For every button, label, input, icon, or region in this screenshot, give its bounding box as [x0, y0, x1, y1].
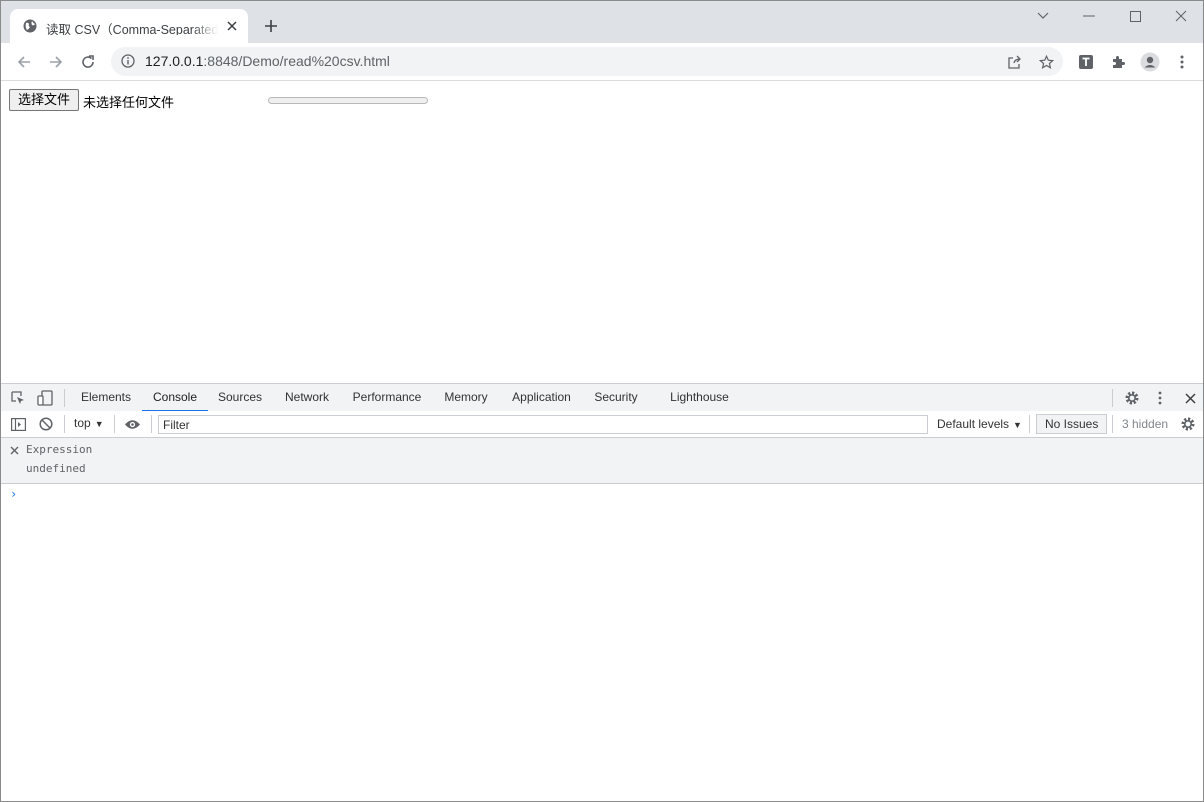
info-icon[interactable] [121, 54, 135, 68]
progress-bar [268, 97, 428, 104]
url-host: 127.0.0.1 [145, 53, 204, 69]
url-path: :8848/Demo/read%20csv.html [203, 53, 390, 69]
sidebar-toggle-icon[interactable] [9, 415, 27, 433]
tab-memory[interactable]: Memory [432, 384, 500, 411]
toolbar-divider [64, 389, 65, 407]
browser-toolbar: 127.0.0.1:8848/Demo/read%20csv.html [1, 43, 1203, 81]
console-toolbar: top▼ Default levels▼ No Issues 3 hidden [1, 411, 1203, 438]
clear-console-icon[interactable] [37, 415, 55, 433]
close-window-icon[interactable] [1169, 5, 1193, 27]
minimize-icon[interactable] [1077, 5, 1101, 27]
expression-value: undefined [26, 462, 86, 475]
toolbar-divider [1112, 415, 1113, 433]
share-icon[interactable] [1003, 51, 1025, 73]
eye-icon[interactable] [123, 415, 141, 433]
toolbar-divider [1112, 389, 1113, 407]
more-options-icon[interactable] [1151, 389, 1169, 407]
log-levels-dropdown[interactable]: Default levels ▼ [937, 417, 1022, 431]
gear-icon[interactable] [1123, 389, 1141, 407]
choose-file-button[interactable]: 选择文件 [9, 89, 79, 111]
toolbar-divider [1029, 415, 1030, 433]
close-icon[interactable] [224, 18, 240, 34]
caret-down-icon: ▼ [1013, 420, 1022, 430]
tab-sources[interactable]: Sources [209, 384, 271, 411]
profile-icon[interactable] [1138, 50, 1162, 74]
issues-button[interactable]: No Issues [1036, 414, 1108, 434]
hidden-count: 3 hidden [1122, 417, 1169, 431]
filter-input[interactable] [159, 416, 927, 434]
tab-console[interactable]: Console [142, 384, 208, 412]
url-text[interactable]: 127.0.0.1:8848/Demo/read%20csv.html [145, 53, 390, 69]
star-icon[interactable] [1035, 51, 1057, 73]
remove-expression-icon[interactable] [8, 444, 20, 456]
console-prompt[interactable]: › [10, 487, 17, 501]
live-expression: Expression undefined [1, 438, 1203, 484]
toolbar-divider [64, 415, 65, 433]
device-toolbar-icon[interactable] [36, 389, 54, 407]
devtools-tab-bar: Elements Console Sources Network Perform… [1, 383, 1203, 412]
file-status-text: 未选择任何文件 [83, 95, 175, 110]
browser-tab[interactable]: 读取 CSV（Comma-Separated Values） [10, 9, 248, 43]
context-selector[interactable]: top ▼ [74, 416, 104, 430]
address-bar[interactable]: 127.0.0.1:8848/Demo/read%20csv.html [111, 47, 1063, 76]
toolbar-divider [151, 415, 152, 433]
tab-performance[interactable]: Performance [343, 384, 431, 411]
devtools-panel: Elements Console Sources Network Perform… [1, 383, 1203, 801]
inspect-element-icon[interactable] [9, 389, 27, 407]
arrow-right-icon[interactable] [44, 50, 68, 74]
globe-icon [23, 19, 37, 33]
log-levels-label: Default levels [937, 417, 1010, 431]
maximize-icon[interactable] [1123, 5, 1147, 27]
tab-network[interactable]: Network [272, 384, 342, 411]
puzzle-icon[interactable] [1106, 50, 1130, 74]
tab-title: 读取 CSV（Comma-Separated Values） [46, 23, 218, 35]
menu-dots-icon[interactable] [1170, 50, 1194, 74]
expression-label[interactable]: Expression [26, 443, 92, 456]
extension-t-icon[interactable] [1074, 50, 1098, 74]
arrow-left-icon[interactable] [12, 50, 36, 74]
browser-window: 读取 CSV（Comma-Separated Values） [0, 0, 1204, 802]
close-devtools-icon[interactable] [1181, 389, 1199, 407]
page-content: 选择文件 未选择任何文件 [1, 81, 1203, 383]
caret-down-icon: ▼ [94, 419, 104, 429]
toolbar-divider [114, 415, 115, 433]
chevron-down-icon[interactable] [1031, 5, 1055, 27]
tab-lighthouse[interactable]: Lighthouse [657, 384, 742, 411]
tab-strip: 读取 CSV（Comma-Separated Values） [1, 1, 1203, 43]
console-settings-icon[interactable] [1179, 415, 1197, 433]
tab-elements[interactable]: Elements [71, 384, 141, 411]
reload-icon[interactable] [76, 50, 100, 74]
filter-box[interactable] [158, 415, 928, 434]
tab-application[interactable]: Application [501, 384, 582, 411]
context-value: top [74, 416, 91, 430]
tab-security[interactable]: Security [583, 384, 649, 411]
plus-icon[interactable] [260, 15, 282, 37]
